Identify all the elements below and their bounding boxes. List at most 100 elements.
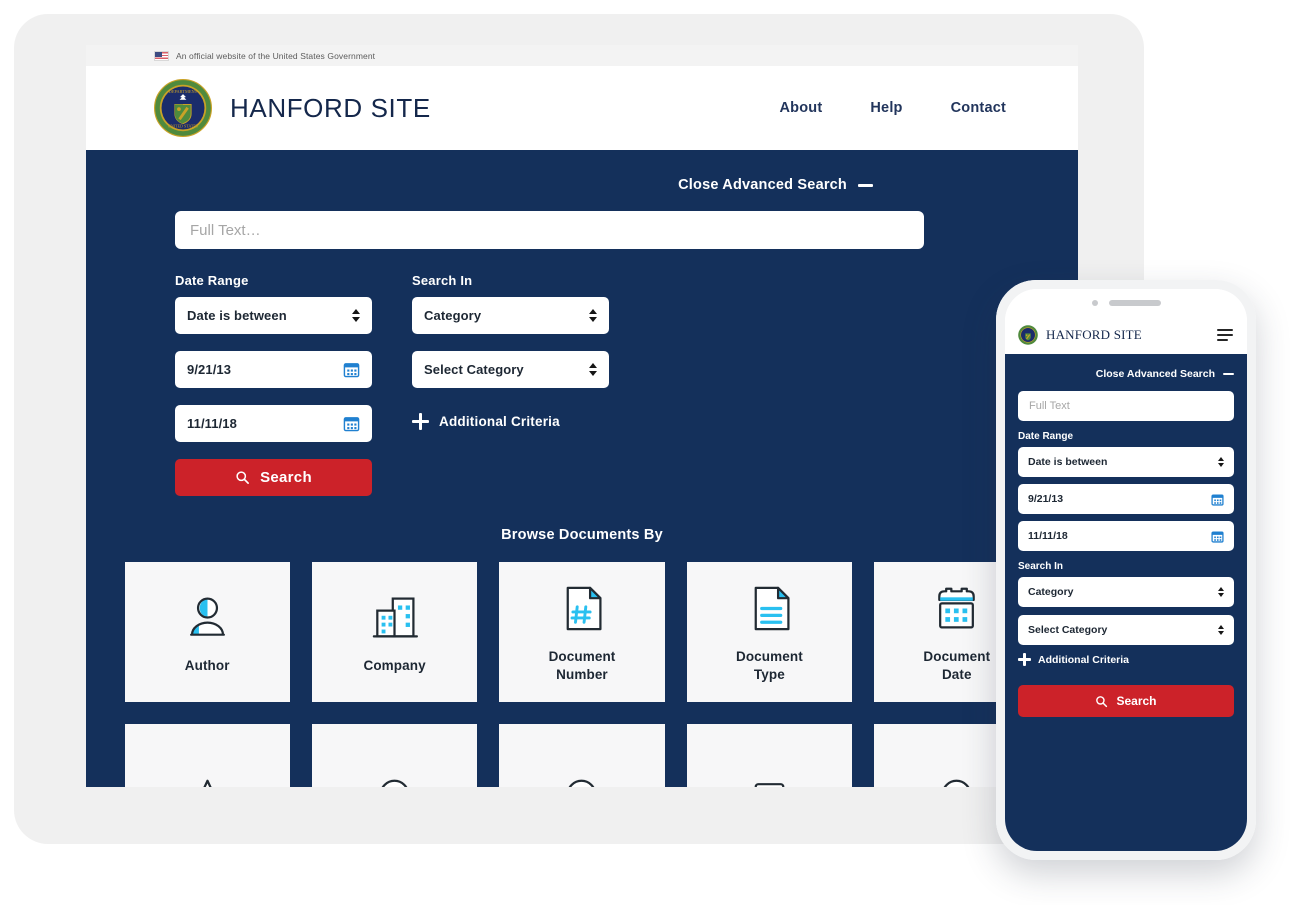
phone-search-button-label: Search [1116,694,1157,708]
advanced-search-form: Date Range Date is between 9/21/13 11/11… [164,273,1000,496]
hamburger-icon[interactable] [1217,328,1233,342]
search-in-column: Search In Category Select Category Addit… [412,273,1000,496]
browse-card-label: Author [184,657,230,673]
browse-cards-row-2 [124,724,1040,787]
phone-search-region: Close Advanced Search Date Range Date is… [1005,354,1247,851]
phone-site-title: HANFORD SITE [1046,327,1142,342]
nav-link-help[interactable]: Help [870,100,902,116]
additional-criteria-button[interactable]: Additional Criteria [412,403,1000,440]
partial-icon [202,779,212,787]
date-condition-value: Date is between [187,308,287,323]
phone-date-range-label: Date Range [1018,431,1074,442]
browse-card-label: Document Number [548,648,616,682]
phone-search-in-label: Search In [1018,561,1064,572]
chevron-updown-icon [351,308,360,323]
doe-seal-icon: DEPARTMENT UNITED STATES [154,79,212,137]
phone-screen: HANFORD SITE Close Advanced Search Date … [1005,289,1247,851]
search-in-select[interactable]: Category [412,297,609,334]
site-header: DEPARTMENT UNITED STATES HANFORD SITE Ab… [86,66,1078,150]
phone-search-in-value: Category [1028,586,1074,598]
close-advanced-search-toggle[interactable]: Close Advanced Search [164,177,1000,193]
browse-card-label: Document Date [923,648,991,682]
phone-header: HANFORD SITE [1005,316,1247,354]
building-icon [372,597,419,638]
minus-icon [1223,372,1234,376]
date-to-input[interactable]: 11/11/18 [175,405,372,442]
plus-icon [412,413,429,430]
browse-card-document-number[interactable]: Document Number [499,562,665,702]
phone-notch [1005,289,1247,316]
minus-icon [858,183,873,187]
additional-criteria-label: Additional Criteria [439,414,560,429]
speaker-icon [1108,299,1161,306]
browse-card-label: Company [363,657,426,673]
site-title: HANFORD SITE [230,92,431,123]
phone-date-condition-select[interactable]: Date is between [1018,447,1234,477]
search-in-label: Search In [412,273,473,288]
main-navigation: About Help Contact [780,100,1006,116]
chevron-updown-icon [1218,587,1224,597]
magnifier-icon [236,471,250,484]
partial-icon [943,779,970,787]
calendar-grid-icon [938,587,976,629]
phone-date-from-input[interactable]: 9/21/13 [1018,484,1234,514]
fulltext-search-wrapper [164,211,1000,249]
browse-card-partial[interactable] [311,724,478,787]
brand-logo-group[interactable]: DEPARTMENT UNITED STATES HANFORD SITE [154,79,431,137]
search-inner: Close Advanced Search Date Range Date is… [164,177,1000,543]
phone-fulltext-search-input[interactable] [1018,391,1234,421]
phone-device-frame: HANFORD SITE Close Advanced Search Date … [996,280,1256,860]
date-range-column: Date Range Date is between 9/21/13 11/11… [175,273,384,496]
nav-link-about[interactable]: About [780,100,823,116]
close-advanced-search-label: Close Advanced Search [678,177,847,193]
browse-card-author[interactable]: Author [124,562,290,702]
government-banner: An official website of the United States… [86,45,1078,66]
date-from-input[interactable]: 9/21/13 [175,351,372,388]
phone-date-to-input[interactable]: 11/11/18 [1018,521,1234,551]
plus-icon [1018,653,1031,666]
browse-card-partial[interactable] [686,724,853,787]
partial-icon [381,779,408,787]
calendar-icon [1211,531,1224,543]
chevron-updown-icon [588,362,597,377]
category-value: Select Category [424,362,524,377]
phone-search-button[interactable]: Search [1018,685,1234,717]
search-in-value: Category [424,308,482,323]
person-icon [189,597,225,636]
browse-card-company[interactable]: Company [311,562,478,702]
calendar-icon [1211,494,1224,506]
calendar-icon [343,363,360,378]
camera-icon [1091,299,1098,306]
us-flag-icon [154,50,169,61]
chevron-updown-icon [588,308,597,323]
phone-search-in-select[interactable]: Category [1018,577,1234,607]
phone-close-advanced-search-toggle[interactable]: Close Advanced Search [1018,368,1234,380]
tablet-screen: An official website of the United States… [86,45,1078,787]
chevron-updown-icon [1218,625,1224,635]
fulltext-search-input[interactable] [175,211,924,249]
chevron-updown-icon [1218,457,1224,467]
browse-card-partial[interactable] [499,724,665,787]
date-condition-select[interactable]: Date is between [175,297,372,334]
browse-card-document-type[interactable]: Document Type [686,562,853,702]
category-select[interactable]: Select Category [412,351,609,388]
nav-link-contact[interactable]: Contact [951,100,1006,116]
date-from-value: 9/21/13 [187,362,232,377]
phone-date-to-value: 11/11/18 [1028,530,1068,542]
phone-category-select[interactable]: Select Category [1018,615,1234,645]
browse-card-partial[interactable] [124,724,290,787]
svg-text:DEPARTMENT: DEPARTMENT [169,89,198,94]
date-range-label: Date Range [175,273,249,288]
partial-icon [568,779,596,787]
phone-additional-criteria-button[interactable]: Additional Criteria [1018,653,1234,666]
phone-additional-criteria-label: Additional Criteria [1038,653,1130,666]
browse-cards-row-1: Author Company Document Number Document … [124,562,1040,702]
document-hash-icon [567,586,603,631]
phone-category-value: Select Category [1028,624,1108,636]
phone-date-from-value: 9/21/13 [1028,493,1064,505]
document-lines-icon [754,586,790,631]
calendar-icon [343,417,360,432]
search-button[interactable]: Search [175,459,372,496]
phone-close-advanced-search-label: Close Advanced Search [1095,368,1215,380]
partial-icon [754,782,785,787]
